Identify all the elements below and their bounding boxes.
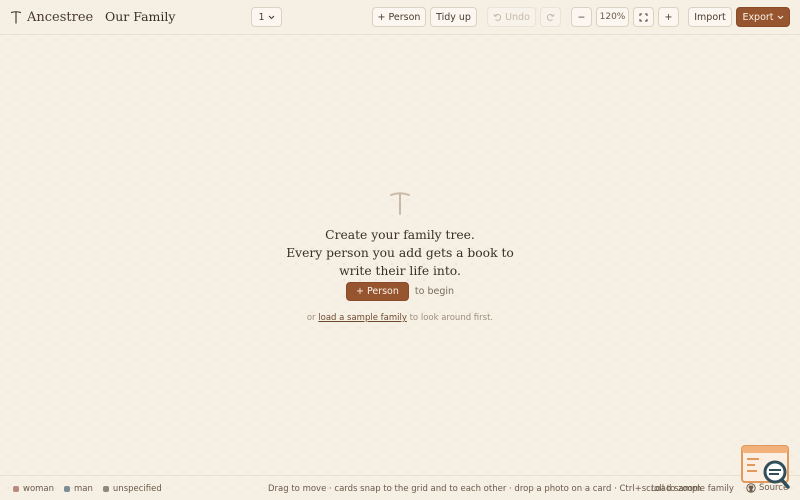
legend-item-unspecified: unspecified xyxy=(102,484,162,494)
legend-label: man xyxy=(74,484,93,494)
top-toolbar: Ancestree Our Family 1 + Person Tidy up … xyxy=(0,0,800,35)
legend-label: woman xyxy=(23,484,55,494)
headline-line: write their life into. xyxy=(339,264,461,278)
fit-screen-icon xyxy=(639,13,648,21)
add-person-button[interactable]: + Person xyxy=(372,7,426,27)
zoom-in-button[interactable]: + xyxy=(658,7,679,27)
load-sample-family-link[interactable]: load a sample family xyxy=(318,313,407,323)
legend-swatch xyxy=(64,486,71,492)
undo-label: Undo xyxy=(505,11,530,23)
empty-state: Create your family tree. Every person yo… xyxy=(250,190,550,323)
load-sample-family-button[interactable]: Load sample family xyxy=(651,484,734,494)
sub-suffix: to look around first. xyxy=(409,313,494,323)
zoom-level: 120% xyxy=(596,7,629,27)
legend-swatch xyxy=(13,486,19,492)
import-button[interactable]: Import xyxy=(688,7,732,27)
undo-button[interactable]: Undo xyxy=(487,7,536,27)
tree-logo-icon xyxy=(10,11,22,24)
headline-line: Every person you add gets a book to xyxy=(286,246,514,260)
export-label: Export xyxy=(742,11,774,23)
legend-swatch xyxy=(102,486,109,492)
chevron-down-icon xyxy=(268,15,274,19)
inspector-widget-icon[interactable] xyxy=(741,445,791,489)
status-footer: woman man unspecified Drag to move · car… xyxy=(0,475,800,500)
zoom-out-button[interactable]: − xyxy=(571,7,592,27)
legend-label: unspecified xyxy=(112,484,162,494)
legend-item-man: man xyxy=(64,484,93,494)
legend-item-woman: woman xyxy=(13,484,54,494)
gender-legend: woman man unspecified xyxy=(13,484,162,494)
sample-family-hint: or load a sample family to look around f… xyxy=(250,313,550,323)
empty-state-headline: Create your family tree. Every person yo… xyxy=(250,226,550,280)
headline-line: Create your family tree. xyxy=(325,228,475,242)
to-begin-text: to begin xyxy=(414,286,455,297)
tree-name-field[interactable]: Our Family xyxy=(105,9,175,24)
redo-button[interactable] xyxy=(540,7,561,27)
generation-select[interactable]: 1 xyxy=(251,7,282,27)
app-name: Ancestree xyxy=(27,9,94,25)
redo-icon xyxy=(546,13,555,21)
empty-state-action: + Person to begin xyxy=(250,282,550,301)
fit-to-screen-button[interactable] xyxy=(633,7,654,27)
tidy-up-button[interactable]: Tidy up xyxy=(430,7,477,27)
tree-logo-icon xyxy=(390,192,410,215)
undo-icon xyxy=(493,13,502,21)
sub-prefix: or xyxy=(306,313,316,323)
empty-add-person-button[interactable]: + Person xyxy=(345,282,409,301)
chevron-down-icon xyxy=(777,15,783,19)
generation-select-value: 1 xyxy=(258,11,265,23)
usage-hint: Drag to move · cards snap to the grid an… xyxy=(268,484,702,494)
app-brand: Ancestree xyxy=(10,9,93,25)
export-button[interactable]: Export xyxy=(736,7,790,27)
